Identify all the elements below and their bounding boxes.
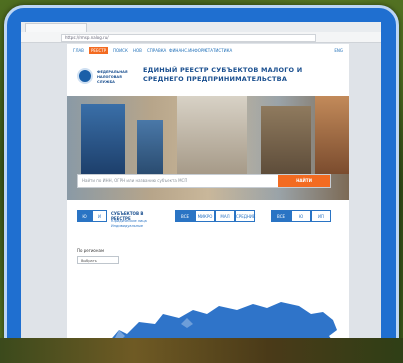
browser-window: https://rmsp.nalog.ru/ ГЛАВ РЕЕСТР ПОИСК… bbox=[21, 22, 381, 344]
page-title: ЕДИНЫЙ РЕЕСТР СУБЪЕКТОВ МАЛОГО И СРЕДНЕГ… bbox=[143, 66, 303, 83]
browser-address-bar: https://rmsp.nalog.ru/ bbox=[21, 32, 381, 43]
site-header: ФЕДЕРАЛЬНАЯ НАЛОГОВАЯ СЛУЖБА ЕДИНЫЙ РЕЕС… bbox=[67, 60, 349, 96]
type-ip-button[interactable]: ИП bbox=[311, 210, 331, 222]
fns-emblem-icon bbox=[77, 68, 93, 84]
monitor-frame: https://rmsp.nalog.ru/ ГЛАВ РЕЕСТР ПОИСК… bbox=[4, 5, 399, 361]
type-ul-button[interactable]: Ю bbox=[291, 210, 311, 222]
category-toggle: ВСЕ МИКРО МАЛ СРЕДНИЕ bbox=[175, 210, 255, 222]
hero-banner: Найти по ИНН, ОГРН или названию субъекта… bbox=[67, 96, 349, 200]
browser-tab[interactable] bbox=[25, 23, 87, 32]
hero-photo-worker-2 bbox=[137, 120, 163, 174]
category-all-button[interactable]: ВСЕ bbox=[175, 210, 195, 222]
url-field[interactable]: https://rmsp.nalog.ru/ bbox=[61, 34, 316, 42]
nav-item-main[interactable]: ГЛАВ bbox=[71, 47, 86, 54]
language-switch[interactable]: ENG bbox=[334, 47, 343, 54]
nav-item-stats[interactable]: СТАТИСТИКА bbox=[203, 47, 234, 54]
web-page: ГЛАВ РЕЕСТР ПОИСК НОВ СПРАВКА ФИНАНС.ИНФ… bbox=[67, 44, 349, 344]
type-all-button[interactable]: ВСЕ bbox=[271, 210, 291, 222]
nav-item-news[interactable]: НОВ bbox=[131, 47, 144, 54]
filter-panel: Ю И СУБЪЕКТОВ В РЕЕСТРЕ Юридические лица… bbox=[67, 210, 349, 240]
search-bar: Найти по ИНН, ОГРН или названию субъекта… bbox=[77, 174, 331, 188]
region-label: По регионам bbox=[77, 248, 104, 253]
region-select[interactable]: Выбрать bbox=[77, 256, 119, 264]
logo-text: ФЕДЕРАЛЬНАЯ НАЛОГОВАЯ СЛУЖБА bbox=[97, 70, 128, 84]
individuals-link[interactable]: Индивидуальные bbox=[111, 224, 161, 229]
search-button[interactable]: НАЙТИ bbox=[278, 175, 330, 187]
hero-photo-workshop bbox=[177, 96, 247, 174]
hero-photo-worker bbox=[81, 104, 125, 174]
entity-ul-button[interactable]: Ю bbox=[77, 210, 92, 222]
entity-ip-button[interactable]: И bbox=[92, 210, 107, 222]
hero-photo-machine bbox=[315, 96, 349, 174]
russia-map[interactable] bbox=[67, 284, 349, 344]
entity-type-toggle: Ю И bbox=[77, 210, 107, 222]
nav-item-help[interactable]: СПРАВКА bbox=[145, 47, 168, 54]
russia-map-shape bbox=[107, 302, 337, 344]
bottom-photo-strip bbox=[0, 338, 403, 363]
category-medium-button[interactable]: СРЕДНИЕ bbox=[235, 210, 255, 222]
nav-item-registry[interactable]: РЕЕСТР bbox=[89, 47, 109, 54]
category-small-button[interactable]: МАЛ bbox=[215, 210, 235, 222]
search-input[interactable]: Найти по ИНН, ОГРН или названию субъекта… bbox=[82, 175, 262, 187]
type-toggle: ВСЕ Ю ИП bbox=[271, 210, 331, 222]
top-navigation: ГЛАВ РЕЕСТР ПОИСК НОВ СПРАВКА ФИНАНС.ИНФ… bbox=[67, 44, 349, 58]
nav-item-search[interactable]: ПОИСК bbox=[111, 47, 130, 54]
category-micro-button[interactable]: МИКРО bbox=[195, 210, 215, 222]
hero-photo-shelves bbox=[261, 106, 311, 174]
